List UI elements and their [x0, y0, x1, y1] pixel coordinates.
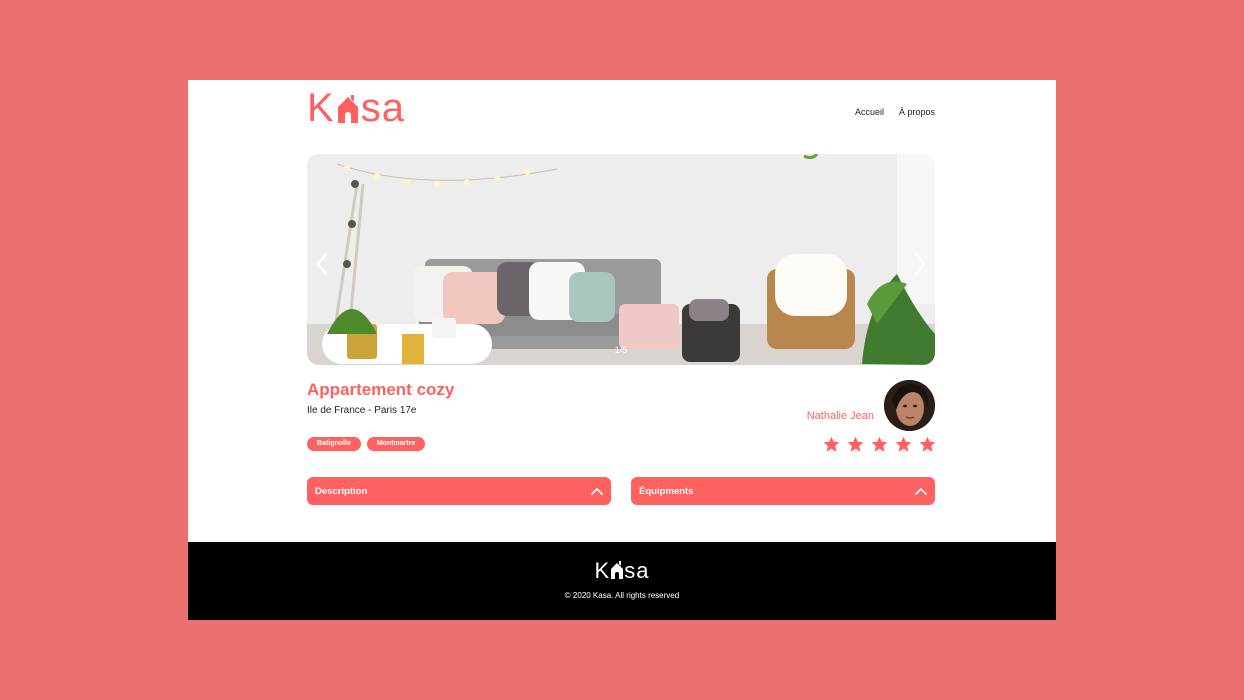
main-nav: Accueil À propos	[855, 107, 935, 117]
nav-link-accueil[interactable]: Accueil	[855, 107, 884, 117]
apartment-photo	[307, 154, 935, 365]
nav-link-a-propos[interactable]: À propos	[899, 107, 935, 117]
star-filled-icon	[847, 436, 864, 452]
collapse-equipments[interactable]: Équipments	[631, 477, 935, 505]
star-filled-icon	[895, 436, 912, 452]
footer-logo: Ksa	[188, 558, 1056, 584]
listing-location: Ile de France - Paris 17e	[307, 405, 417, 416]
tag-montmartre: Montmartre	[366, 437, 426, 451]
page-frame: K sa Accueil À propos 1/5 Appartement co…	[188, 80, 1056, 620]
gallery-counter: 1/5	[614, 345, 628, 355]
photo-gallery: 1/5	[307, 154, 935, 365]
tag-batignolle: Batignolle	[307, 437, 361, 451]
kasa-logo[interactable]: K sa	[307, 88, 405, 128]
house-icon	[336, 91, 360, 125]
footer-logo-letter-k: K	[594, 558, 611, 583]
footer-logo-letters-sa: sa	[624, 558, 650, 583]
collapse-description-label: Description	[315, 485, 368, 497]
star-filled-icon	[823, 436, 840, 452]
tag-list: Batignolle Montmartre	[307, 437, 426, 451]
gallery-next-button[interactable]	[911, 250, 929, 278]
chevron-up-icon	[591, 488, 603, 495]
host-name: Nathalie Jean	[806, 410, 874, 422]
collapse-description[interactable]: Description	[307, 477, 611, 505]
gallery-prev-button[interactable]	[313, 250, 331, 278]
chevron-right-icon	[914, 252, 926, 276]
star-filled-icon	[871, 436, 888, 452]
copyright-text: © 2020 Kasa. All rights reserved	[564, 591, 680, 600]
chevron-up-icon	[915, 488, 927, 495]
logo-letters-sa: sa	[360, 86, 405, 130]
host-avatar	[884, 380, 935, 431]
rating-stars	[822, 435, 937, 454]
house-icon	[610, 560, 624, 580]
listing-title: Appartement cozy	[307, 380, 455, 399]
footer: Ksa © 2020 Kasa. All rights reserved	[188, 542, 1056, 620]
star-filled-icon	[919, 436, 936, 452]
logo-letter-k: K	[307, 86, 335, 130]
collapse-equipments-label: Équipments	[639, 485, 694, 497]
chevron-left-icon	[316, 252, 328, 276]
header: K sa Accueil À propos	[307, 88, 935, 128]
